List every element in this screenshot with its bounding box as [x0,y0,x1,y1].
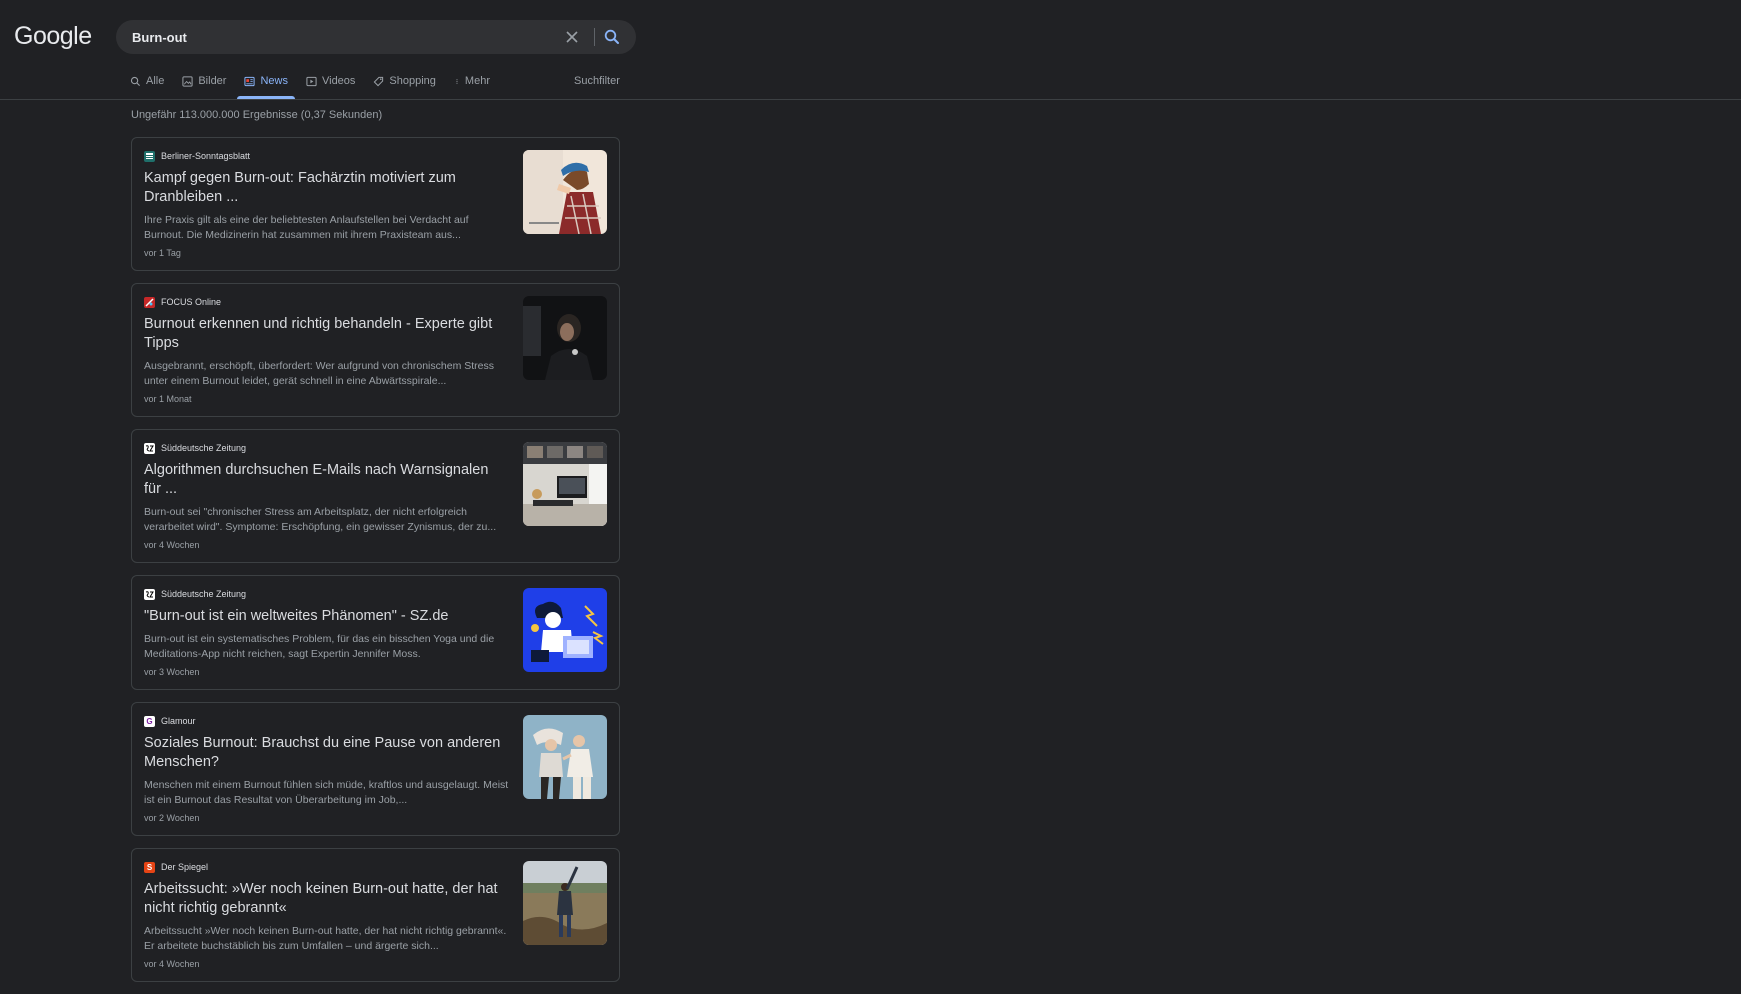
news-card[interactable]: Süddeutsche Zeitung Algorithmen durchsuc… [131,429,620,563]
source-favicon-icon [144,150,155,162]
source-name: FOCUS Online [161,297,222,307]
tab-news[interactable]: News [235,75,297,99]
news-card[interactable]: Berliner-Sonntagsblatt Kampf gegen Burn-… [131,137,620,271]
news-results: Berliner-Sonntagsblatt Kampf gegen Burn-… [131,137,620,994]
news-title[interactable]: Burnout erkennen und richtig behandeln -… [144,315,509,353]
news-card[interactable]: S Der Spiegel Arbeitssucht: »Wer noch ke… [131,848,620,982]
news-title[interactable]: Kampf gegen Burn-out: Fachärztin motivie… [144,169,509,207]
header: Google Alle Bilder News [0,0,1741,100]
news-date: vor 4 Wochen [144,540,200,550]
tab-shopping[interactable]: Shopping [364,75,445,99]
news-source: G Glamour [144,715,509,727]
source-favicon-icon [144,296,155,308]
news-title[interactable]: "Burn-out ist ein weltweites Phänomen" -… [144,607,509,626]
source-name: Süddeutsche Zeitung [161,443,247,453]
source-name: Der Spiegel [161,862,209,872]
tab-label: Alle [146,75,165,87]
tab-bilder[interactable]: Bilder [173,75,235,99]
news-card[interactable]: FOCUS Online Burnout erkennen und richti… [131,283,620,417]
news-date: vor 4 Wochen [144,959,200,969]
news-source: FOCUS Online [144,296,509,308]
tab-label: Shopping [389,75,436,87]
source-favicon-icon: G [144,715,155,727]
source-name: Berliner-Sonntagsblatt [161,151,251,161]
news-thumbnail[interactable] [523,442,607,526]
tab-label: Bilder [198,75,227,87]
news-snippet: Arbeitssucht »Wer noch keinen Burn-out h… [144,925,507,952]
news-source: Süddeutsche Zeitung [144,442,509,454]
news-title[interactable]: Soziales Burnout: Brauchst du eine Pause… [144,734,509,772]
google-logo[interactable]: Google [14,22,92,51]
source-favicon-icon: S [144,861,155,873]
play-icon [306,76,317,87]
search-tabs: Alle Bilder News Videos Shopping Mehr [130,75,499,100]
tab-videos[interactable]: Videos [297,75,364,99]
search-filter-button[interactable]: Suchfilter [574,75,620,87]
news-card[interactable]: G Glamour Soziales Burnout: Brauchst du … [131,702,620,836]
news-snippet: Menschen mit einem Burnout fühlen sich m… [144,779,509,806]
source-name: Glamour [161,716,196,726]
search-icon [130,76,141,87]
news-thumbnail[interactable] [523,861,607,945]
image-icon [182,76,193,87]
news-date: vor 1 Tag [144,248,181,258]
tab-mehr[interactable]: Mehr [445,75,499,99]
close-icon [566,31,578,43]
search-box[interactable] [116,20,636,54]
tag-icon [374,76,384,87]
news-snippet: Ausgebrannt, erschöpft, überfordert: Wer… [144,360,494,387]
news-source: Süddeutsche Zeitung [144,588,509,600]
clear-button[interactable] [562,27,582,47]
news-snippet: Ihre Praxis gilt als eine der beliebtest… [144,214,469,241]
news-snippet: Burn-out ist ein systematisches Problem,… [144,633,495,660]
news-card[interactable]: Süddeutsche Zeitung "Burn-out ist ein we… [131,575,620,690]
news-title[interactable]: Arbeitssucht: »Wer noch keinen Burn-out … [144,880,509,918]
result-stats: Ungefähr 113.000.000 Ergebnisse (0,37 Se… [131,109,383,121]
news-source: S Der Spiegel [144,861,509,873]
tab-alle[interactable]: Alle [130,75,173,99]
source-favicon-icon [144,442,155,454]
search-divider [594,28,595,46]
search-input[interactable] [132,28,532,46]
news-thumbnail[interactable] [523,150,607,234]
news-title[interactable]: Algorithmen durchsuchen E-Mails nach War… [144,461,509,499]
news-date: vor 1 Monat [144,394,192,404]
source-favicon-icon [144,588,155,600]
news-thumbnail[interactable] [523,588,607,672]
search-icon [604,29,619,44]
tab-label: Videos [321,75,356,87]
news-icon [244,76,256,87]
search-button[interactable] [602,27,622,47]
tab-label: News [260,75,288,87]
news-snippet: Burn-out sei "chronischer Stress am Arbe… [144,506,497,533]
tab-label: Mehr [464,75,490,87]
news-thumbnail[interactable] [523,296,607,380]
news-date: vor 3 Wochen [144,667,200,677]
news-date: vor 2 Wochen [144,813,200,823]
source-name: Süddeutsche Zeitung [161,589,247,599]
news-source: Berliner-Sonntagsblatt [144,150,509,162]
news-thumbnail[interactable] [523,715,607,799]
more-vert-icon [456,79,458,84]
